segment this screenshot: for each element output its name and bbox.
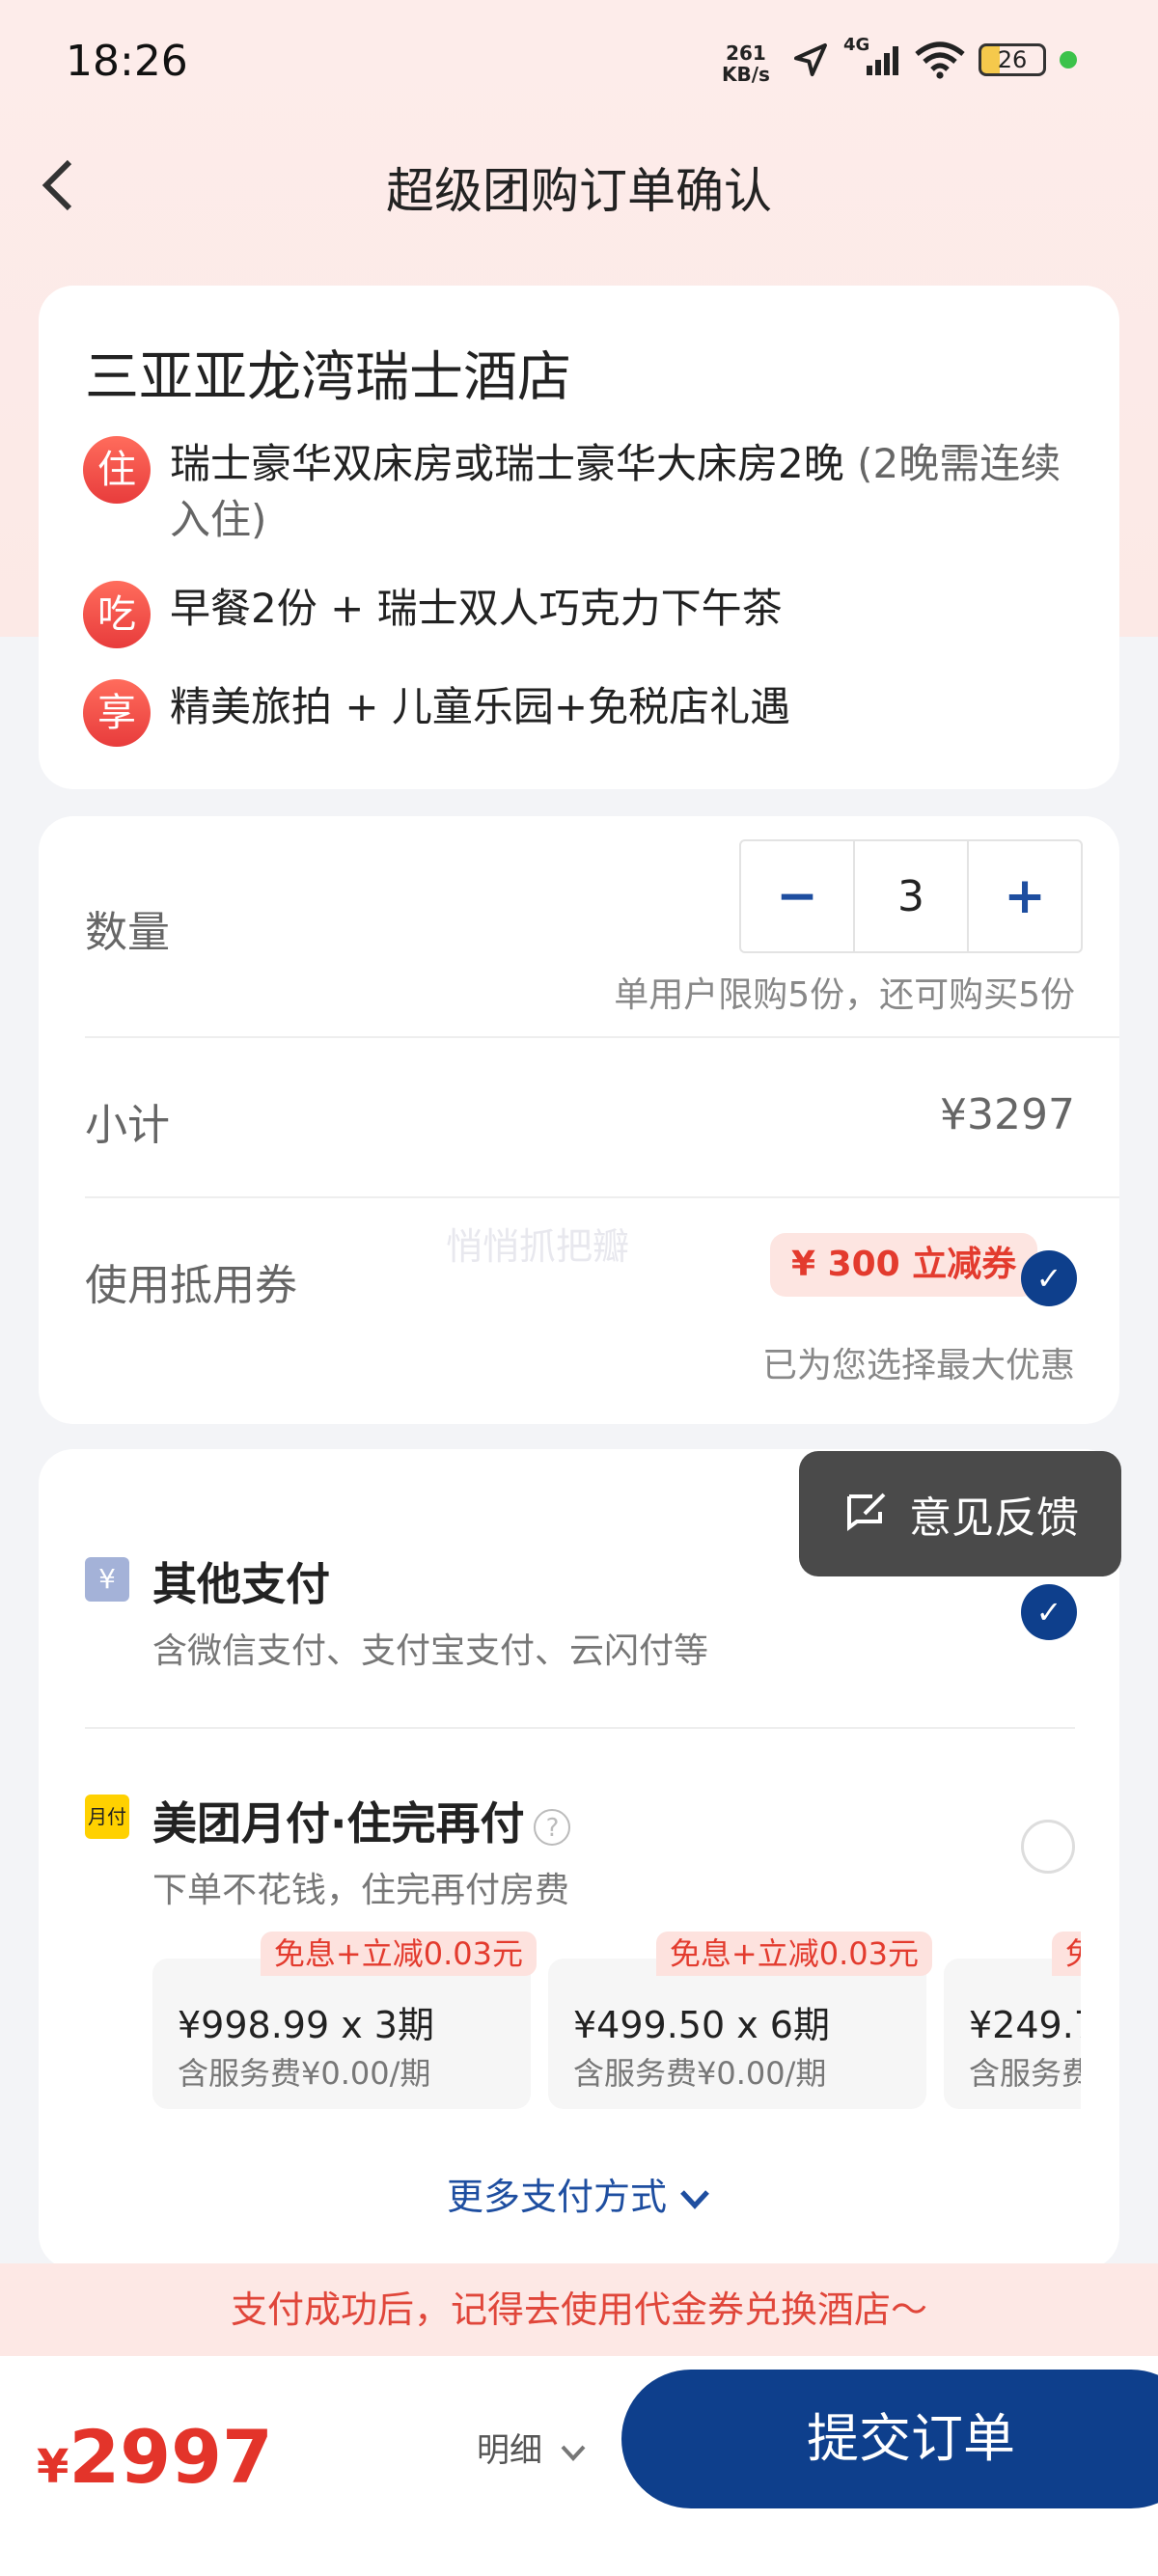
detail-label: 明细: [477, 2431, 542, 2470]
perk-main-text: 瑞士豪华双床房或瑞士豪华大床房2晚: [170, 440, 844, 487]
order-details-card: 数量 − 3 + 单用户限购5份，还可购买5份 小计 ¥3297 悄悄抓把瓣 使…: [39, 816, 1119, 1424]
network-type: 4G: [843, 35, 870, 55]
status-icons: 4G 26: [791, 35, 1077, 79]
currency-symbol: ¥: [37, 2440, 69, 2494]
location-icon: [794, 43, 827, 76]
plan-price: ¥249.75 x 12期: [969, 2004, 1081, 2046]
monthly-pay-title[interactable]: 美团月付·住完再付?: [152, 1789, 571, 1852]
total-price: ¥2997: [37, 2414, 273, 2500]
feedback-label: 意见反馈: [909, 1494, 1079, 1543]
quantity-value[interactable]: 3: [853, 841, 969, 951]
net-speed: 261 KB/s: [722, 42, 770, 85]
plan-tag: 免息+立减0.03元: [655, 1932, 932, 1976]
monthly-pay-subtitle: 下单不花钱，住完再付房费: [152, 1871, 570, 1910]
coupon-tag[interactable]: ¥ 300 立减券: [770, 1233, 1038, 1297]
divider: [85, 1727, 1075, 1729]
increase-button[interactable]: +: [969, 841, 1081, 951]
stay-badge-icon: 住: [83, 436, 151, 504]
signal-icon: 4G: [843, 35, 901, 79]
status-time: 18:26: [66, 37, 188, 86]
perk-stay: 住 瑞士豪华双床房或瑞士豪华大床房2晚 (2晚需连续入住): [83, 436, 1096, 548]
plan-price: ¥998.99 x 3期: [178, 2004, 434, 2046]
checkout-bar: ¥2997 明细 提交订单: [0, 2356, 1158, 2576]
submit-order-button[interactable]: 提交订单: [621, 2370, 1158, 2508]
coupon-label: 使用抵用券: [85, 1261, 297, 1310]
monthly-pay-title-text: 美团月付·住完再付: [152, 1797, 525, 1850]
perk-enjoy: 享 精美旅拍 + 儿童乐园+免税店礼遇: [83, 679, 1096, 747]
chevron-down-icon: [680, 2189, 709, 2209]
battery-icon: 26: [979, 43, 1046, 76]
installment-plan-6[interactable]: 免息+立减0.03元 ¥499.50 x 6期 含服务费¥0.00/期: [548, 1932, 932, 2109]
watermark-text: 悄悄抓把瓣: [446, 1225, 630, 1268]
feedback-edit-icon: [847, 1493, 886, 1531]
other-pay-subtitle: 含微信支付、支付宝支付、云闪付等: [152, 1631, 709, 1671]
plan-tag: 免息+立减0.03元: [260, 1932, 537, 1976]
purchase-limit-hint: 单用户限购5份，还可购买5份: [614, 975, 1075, 1015]
subtotal-label: 小计: [85, 1101, 170, 1150]
decrease-button[interactable]: −: [741, 841, 853, 951]
other-pay-radio-checked[interactable]: ✓: [1021, 1584, 1077, 1640]
perk-dining: 吃 早餐2份 + 瑞士双人巧克力下午茶: [83, 581, 1096, 648]
other-pay-title[interactable]: 其他支付: [152, 1549, 330, 1613]
price-detail-toggle[interactable]: 明细: [477, 2424, 588, 2471]
quantity-label: 数量: [85, 908, 170, 957]
more-payment-label: 更多支付方式: [446, 2176, 667, 2218]
privacy-indicator-dot: [1060, 51, 1077, 69]
installment-plans: 免息+立减0.03元 ¥998.99 x 3期 含服务费¥0.00/期 免息+立…: [152, 1932, 1081, 2124]
plan-fee: 含服务费¥0.00/期: [178, 2055, 431, 2092]
monthly-pay-radio[interactable]: [1021, 1820, 1075, 1874]
hotel-name: 三亚亚龙湾瑞士酒店: [85, 346, 571, 409]
plan-tag: 免息+立减0.03元: [1051, 1932, 1081, 1976]
divider: [85, 1036, 1119, 1038]
enjoy-badge-icon: 享: [83, 679, 151, 747]
feedback-button[interactable]: 意见反馈: [799, 1451, 1121, 1576]
perk-text: 早餐2份 + 瑞士双人巧克力下午茶: [170, 585, 783, 632]
page-title: 超级团购订单确认: [386, 163, 772, 219]
plan-fee: 含服务费¥0.00/期: [969, 2055, 1081, 2092]
more-payment-methods[interactable]: 更多支付方式: [39, 2167, 1119, 2220]
divider: [85, 1196, 1119, 1198]
status-bar: 18:26 261 KB/s 4G 26: [0, 0, 1158, 135]
installment-plan-12[interactable]: 免息+立减0.03元 ¥249.75 x 12期 含服务费¥0.00/期: [944, 1932, 1081, 2109]
net-speed-unit: KB/s: [722, 63, 770, 86]
back-arrow-icon[interactable]: [35, 154, 81, 216]
subtotal-amount: ¥3297: [940, 1090, 1075, 1139]
other-pay-icon: ¥: [85, 1557, 129, 1602]
hotel-package-card: 三亚亚龙湾瑞士酒店 住 瑞士豪华双床房或瑞士豪华大床房2晚 (2晚需连续入住) …: [39, 286, 1119, 789]
wifi-icon: [915, 41, 965, 79]
help-icon[interactable]: ?: [534, 1808, 571, 1846]
quantity-stepper: − 3 +: [739, 839, 1083, 953]
monthly-pay-icon: 月付: [85, 1795, 129, 1839]
coupon-checkbox-checked[interactable]: ✓: [1021, 1250, 1077, 1306]
net-speed-value: 261: [726, 41, 766, 65]
payment-notice: 支付成功后，记得去使用代金券兑换酒店～: [0, 2263, 1158, 2356]
perk-text: 精美旅拍 + 儿童乐园+免税店礼遇: [170, 683, 791, 730]
chevron-down-icon: [561, 2445, 586, 2461]
installment-plan-3[interactable]: 免息+立减0.03元 ¥998.99 x 3期 含服务费¥0.00/期: [152, 1932, 537, 2109]
dining-badge-icon: 吃: [83, 581, 151, 648]
perk-text: 瑞士豪华双床房或瑞士豪华大床房2晚 (2晚需连续入住): [170, 436, 1096, 548]
plan-price: ¥499.50 x 6期: [573, 2004, 830, 2046]
coupon-hint: 已为您选择最大优惠: [761, 1346, 1075, 1385]
total-amount: 2997: [69, 2414, 273, 2500]
plan-fee: 含服务费¥0.00/期: [573, 2055, 827, 2092]
